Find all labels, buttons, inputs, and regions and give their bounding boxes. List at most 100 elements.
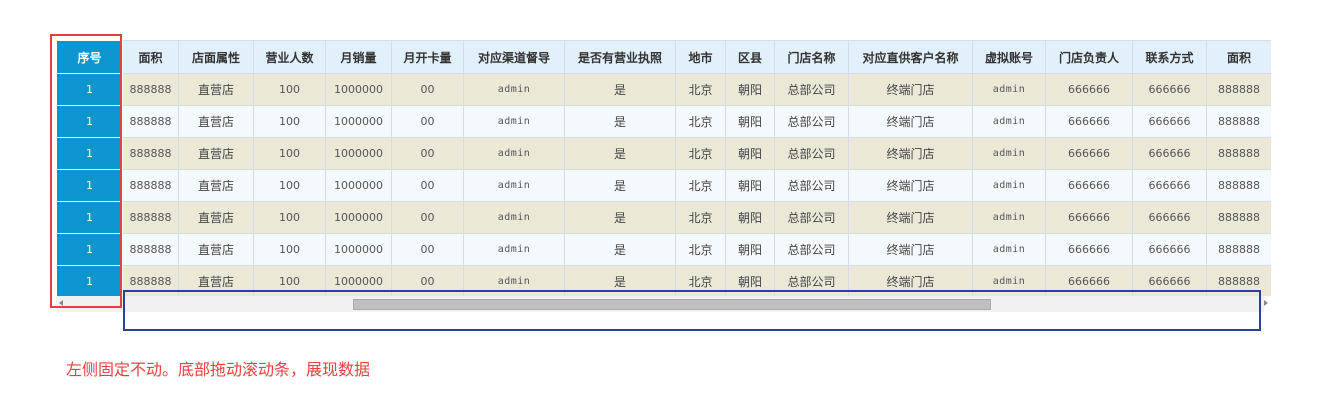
scroll-left-arrow-icon[interactable] — [59, 300, 63, 306]
table-cell: 总部公司 — [774, 201, 849, 234]
table-cell: 朝阳 — [725, 265, 775, 296]
table-cell: 北京 — [675, 73, 726, 106]
header-cell[interactable]: 营业人数 — [253, 40, 326, 74]
header-cell[interactable]: 月开卡量 — [391, 40, 464, 74]
table-cell: 1000000 — [325, 105, 392, 138]
table-cell: 北京 — [675, 233, 726, 266]
table-cell: 666666 — [1132, 73, 1207, 106]
table-cell: 888888 — [1206, 265, 1271, 296]
table-cell: 1000000 — [325, 265, 392, 296]
header-cell[interactable]: 是否有营业执照 — [564, 40, 676, 74]
table-cell: 朝阳 — [725, 137, 775, 170]
header-cell[interactable]: 门店负责人 — [1045, 40, 1133, 74]
table-cell: admin — [463, 201, 565, 234]
table-cell: 总部公司 — [774, 233, 849, 266]
table-cell: 是 — [564, 73, 676, 106]
table-row[interactable]: 1 888888 直营店 100 1000000 00 admin 是北京 朝阳 总部公司 终端门店… — [56, 105, 1271, 138]
table-cell: 666666 — [1045, 105, 1133, 138]
table-cell: 888888 — [1206, 73, 1271, 106]
table-cell: 终端门店 — [848, 105, 973, 138]
header-cell[interactable]: 区县 — [725, 40, 775, 74]
header-cell[interactable]: 面积 — [1206, 40, 1271, 74]
table-cell: 00 — [391, 73, 464, 106]
header-cell[interactable]: 面积 — [122, 40, 179, 74]
table-cell: 北京 — [675, 105, 726, 138]
table-cell: 100 — [253, 169, 326, 202]
table-cell: 直营店 — [178, 265, 254, 296]
header-cell[interactable]: 虚拟账号 — [972, 40, 1046, 74]
table-cell: 888888 — [122, 73, 179, 106]
data-table-container: 序号 面积 店面属性 营业人数 月销量 月开卡量 对应渠道督导 是否有营业执照 … — [56, 40, 1271, 296]
table-row[interactable]: 1 888888 直营店 100 1000000 00 admin 是北京 朝阳 总部公司 终端门店… — [56, 265, 1271, 296]
table-cell: 00 — [391, 105, 464, 138]
table-cell: 666666 — [1132, 265, 1207, 296]
header-cell-index[interactable]: 序号 — [56, 40, 123, 74]
table-cell: 总部公司 — [774, 169, 849, 202]
table-cell: 666666 — [1045, 201, 1133, 234]
table-cell: 666666 — [1132, 201, 1207, 234]
table-cell: 北京 — [675, 137, 726, 170]
header-cell[interactable]: 店面属性 — [178, 40, 254, 74]
table-cell: 1000000 — [325, 233, 392, 266]
table-row[interactable]: 1 888888 直营店 100 1000000 00 admin 是北京 朝阳 总部公司 终端门店… — [56, 137, 1271, 170]
table-cell: 888888 — [1206, 201, 1271, 234]
table-cell: admin — [972, 201, 1046, 234]
table-cell: 是 — [564, 233, 676, 266]
index-cell: 1 — [56, 201, 123, 234]
table-row[interactable]: 1 888888 直营店 100 1000000 00 admin 是北京 朝阳 总部公司 终端门店… — [56, 233, 1271, 266]
table-cell: admin — [972, 105, 1046, 138]
index-cell: 1 — [56, 169, 123, 202]
table-row[interactable]: 1 888888 直营店 100 1000000 00 admin 是北京 朝阳 总部公司 终端门店… — [56, 73, 1271, 106]
table-cell: admin — [463, 105, 565, 138]
table-cell: 1000000 — [325, 73, 392, 106]
table-cell: 朝阳 — [725, 73, 775, 106]
index-cell: 1 — [56, 233, 123, 266]
index-cell: 1 — [56, 265, 123, 296]
header-cell[interactable]: 对应直供客户名称 — [848, 40, 973, 74]
table-cell: 666666 — [1132, 105, 1207, 138]
table-row[interactable]: 1 888888 直营店 100 1000000 00 admin 是北京 朝阳 总部公司 终端门店… — [56, 169, 1271, 202]
table-cell: 00 — [391, 169, 464, 202]
table-cell: admin — [972, 137, 1046, 170]
table-cell: 00 — [391, 137, 464, 170]
table-cell: 666666 — [1132, 137, 1207, 170]
table-cell: 直营店 — [178, 73, 254, 106]
table-cell: 1000000 — [325, 201, 392, 234]
table-cell: 888888 — [122, 201, 179, 234]
table-cell: 888888 — [122, 169, 179, 202]
annotation-text: 左侧固定不动。底部拖动滚动条，展现数据 — [66, 360, 371, 379]
scrollbar-thumb[interactable] — [353, 299, 991, 310]
table-cell: 888888 — [1206, 233, 1271, 266]
table-cell: 终端门店 — [848, 233, 973, 266]
table-cell: admin — [972, 233, 1046, 266]
table-cell: 朝阳 — [725, 233, 775, 266]
header-cell[interactable]: 地市 — [675, 40, 726, 74]
table-cell: 666666 — [1045, 137, 1133, 170]
table-cell: 1000000 — [325, 137, 392, 170]
header-cell[interactable]: 对应渠道督导 — [463, 40, 565, 74]
header-cell[interactable]: 月销量 — [325, 40, 392, 74]
table-cell: 是 — [564, 169, 676, 202]
table-cell: 100 — [253, 105, 326, 138]
data-table: 序号 面积 店面属性 营业人数 月销量 月开卡量 对应渠道督导 是否有营业执照 … — [56, 40, 1271, 296]
table-row[interactable]: 1 888888 直营店 100 1000000 00 admin 是北京 朝阳 总部公司 终端门店… — [56, 201, 1271, 234]
table-cell: 终端门店 — [848, 73, 973, 106]
table-cell: 888888 — [122, 105, 179, 138]
table-cell: 666666 — [1132, 169, 1207, 202]
table-cell: 100 — [253, 201, 326, 234]
table-cell: 888888 — [1206, 137, 1271, 170]
header-cell[interactable]: 门店名称 — [774, 40, 849, 74]
header-row: 序号 面积 店面属性 营业人数 月销量 月开卡量 对应渠道督导 是否有营业执照 … — [56, 40, 1271, 74]
table-cell: 直营店 — [178, 233, 254, 266]
table-cell: 888888 — [1206, 105, 1271, 138]
horizontal-scrollbar[interactable] — [56, 296, 1268, 312]
table-cell: 终端门店 — [848, 169, 973, 202]
table-cell: admin — [463, 233, 565, 266]
scroll-right-arrow-icon[interactable] — [1264, 300, 1268, 306]
table-cell: 888888 — [122, 233, 179, 266]
header-cell[interactable]: 联系方式 — [1132, 40, 1207, 74]
table-cell: 666666 — [1045, 73, 1133, 106]
table-cell: 666666 — [1045, 265, 1133, 296]
table-cell: 100 — [253, 73, 326, 106]
table-cell: 总部公司 — [774, 73, 849, 106]
